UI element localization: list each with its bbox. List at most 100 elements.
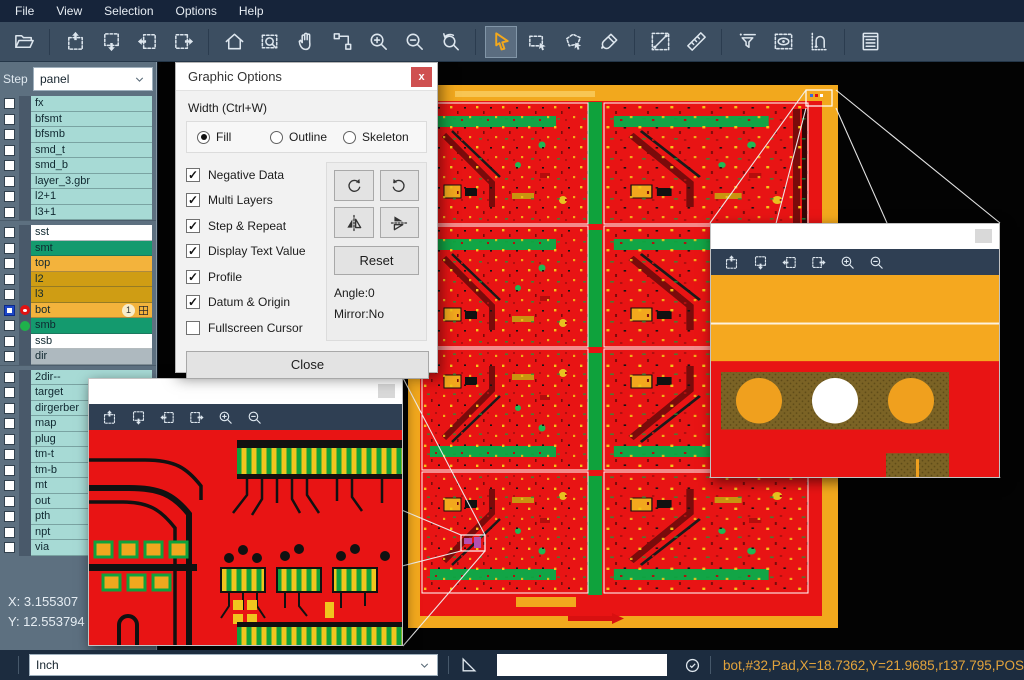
option-negative-data[interactable]: ✓Negative Data: [186, 162, 324, 188]
zoom-previous-tool[interactable]: [434, 26, 466, 58]
layer-name[interactable]: smd_t: [31, 143, 152, 159]
layer-name[interactable]: l2+1: [31, 189, 152, 205]
pan-left-tool[interactable]: [155, 407, 179, 427]
layer-checkbox[interactable]: [4, 496, 15, 507]
pan-left-tool[interactable]: [777, 252, 801, 272]
pan-right-tool[interactable]: [167, 26, 199, 58]
layer-checkbox[interactable]: [4, 129, 15, 140]
pan-right-tool[interactable]: [806, 252, 830, 272]
report-list-tool[interactable]: [854, 26, 886, 58]
dialog-close-button[interactable]: x: [411, 67, 432, 87]
pan-down-tool[interactable]: [748, 252, 772, 272]
command-input[interactable]: [497, 654, 667, 676]
layer-checkbox[interactable]: [4, 176, 15, 187]
radio-fill[interactable]: Fill: [197, 130, 270, 144]
layer-checkbox[interactable]: [4, 207, 15, 218]
zoom-in-tool[interactable]: [362, 26, 394, 58]
pan-up-tool[interactable]: [719, 252, 743, 272]
flip-h-button[interactable]: [334, 207, 374, 238]
reset-button[interactable]: Reset: [334, 246, 419, 275]
layer-checkbox[interactable]: [4, 258, 15, 269]
angle-measure-icon[interactable]: [459, 655, 479, 675]
layer-checkbox[interactable]: [4, 465, 15, 476]
option-multi-layers[interactable]: ✓Multi Layers: [186, 188, 324, 214]
measure-distance-tool[interactable]: [644, 26, 676, 58]
layer-name[interactable]: bfsmb: [31, 127, 152, 143]
step-select[interactable]: panel: [33, 67, 153, 91]
rotate-cw-button[interactable]: [334, 170, 374, 201]
zoom-in-tool[interactable]: [835, 252, 859, 272]
zoom-in-tool[interactable]: [213, 407, 237, 427]
magnifier-titlebar[interactable]: [89, 379, 402, 404]
layer-checkbox[interactable]: [4, 98, 15, 109]
apply-icon[interactable]: [683, 656, 702, 675]
layer-checkbox[interactable]: [4, 305, 15, 316]
layer-checkbox[interactable]: [4, 372, 15, 383]
option-fullscreen-cursor[interactable]: Fullscreen Cursor: [186, 315, 324, 341]
window-button[interactable]: [378, 384, 395, 398]
layer-checkbox[interactable]: [4, 511, 15, 522]
close-button[interactable]: Close: [186, 351, 429, 379]
radio-skeleton[interactable]: Skeleton: [343, 130, 416, 144]
brush-clear-tool[interactable]: [593, 26, 625, 58]
select-arrow-tool[interactable]: [485, 26, 517, 58]
window-button[interactable]: [975, 229, 992, 243]
pan-right-tool[interactable]: [184, 407, 208, 427]
layer-checkbox[interactable]: [4, 418, 15, 429]
layer-checkbox[interactable]: [4, 160, 15, 171]
grid-icon[interactable]: [138, 305, 149, 316]
magnifier-titlebar[interactable]: [711, 224, 999, 249]
menu-selection[interactable]: Selection: [93, 2, 164, 20]
layer-checkbox[interactable]: [4, 542, 15, 553]
layer-name[interactable]: sst: [31, 225, 152, 241]
layer-name[interactable]: smb: [31, 318, 152, 334]
pan-up-tool[interactable]: [97, 407, 121, 427]
pan-hand-tool[interactable]: [290, 26, 322, 58]
layer-checkbox[interactable]: [4, 434, 15, 445]
zoom-out-tool[interactable]: [864, 252, 888, 272]
ruler-tool[interactable]: [680, 26, 712, 58]
layer-name[interactable]: l2: [31, 272, 152, 288]
option-datum-origin[interactable]: ✓Datum & Origin: [186, 290, 324, 316]
flip-v-button[interactable]: [380, 207, 420, 238]
view-options-tool[interactable]: [767, 26, 799, 58]
menu-view[interactable]: View: [45, 2, 93, 20]
dialog-titlebar[interactable]: Graphic Options x: [176, 63, 437, 91]
pan-down-tool[interactable]: [126, 407, 150, 427]
layer-checkbox[interactable]: [4, 527, 15, 538]
layer-name[interactable]: ssb: [31, 334, 152, 350]
magnifier-window-right[interactable]: [710, 223, 1000, 478]
layer-name[interactable]: l3: [31, 287, 152, 303]
magnifier-view[interactable]: [89, 430, 402, 645]
graphic-options-dialog[interactable]: Graphic Options x Width (Ctrl+W) FillOut…: [175, 62, 438, 373]
magnifier-view[interactable]: [711, 275, 999, 477]
rotate-ccw-button[interactable]: [380, 170, 420, 201]
layer-name[interactable]: top: [31, 256, 152, 272]
layer-checkbox[interactable]: [4, 480, 15, 491]
pan-down-tool[interactable]: [95, 26, 127, 58]
layer-name[interactable]: bfsmt: [31, 112, 152, 128]
option-display-text-value[interactable]: ✓Display Text Value: [186, 239, 324, 265]
pan-left-tool[interactable]: [131, 26, 163, 58]
menu-file[interactable]: File: [4, 2, 45, 20]
unit-select[interactable]: Inch: [29, 654, 438, 676]
layer-checkbox[interactable]: [4, 289, 15, 300]
filter-tool[interactable]: [731, 26, 763, 58]
menu-help[interactable]: Help: [228, 2, 275, 20]
layer-checkbox[interactable]: [4, 449, 15, 460]
layer-name[interactable]: layer_3.gbr: [31, 174, 152, 190]
layer-checkbox[interactable]: [4, 320, 15, 331]
zoom-out-tool[interactable]: [398, 26, 430, 58]
layer-checkbox[interactable]: [4, 243, 15, 254]
menu-options[interactable]: Options: [165, 2, 228, 20]
layer-checkbox[interactable]: [4, 336, 15, 347]
layer-checkbox[interactable]: [4, 227, 15, 238]
option-step-repeat[interactable]: ✓Step & Repeat: [186, 213, 324, 239]
layer-name[interactable]: dir: [31, 349, 152, 365]
net-loop-tool[interactable]: [803, 26, 835, 58]
layer-checkbox[interactable]: [4, 351, 15, 362]
layer-name[interactable]: fx: [31, 96, 152, 112]
radio-outline[interactable]: Outline: [270, 130, 343, 144]
layer-name[interactable]: smd_b: [31, 158, 152, 174]
poly-select-tool[interactable]: [557, 26, 589, 58]
